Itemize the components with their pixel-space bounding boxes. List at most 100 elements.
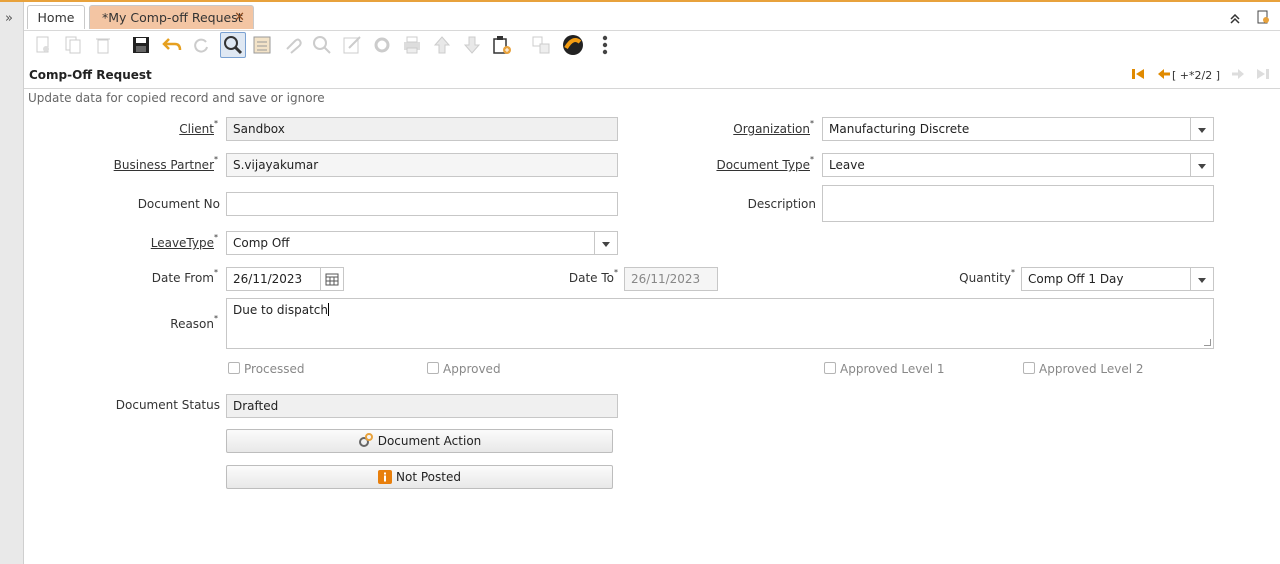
document-type-select[interactable]: Leave (822, 153, 1214, 177)
document-action-label: Document Action (377, 434, 482, 448)
document-no-input[interactable] (226, 192, 618, 216)
delete-icon[interactable] (92, 34, 114, 56)
leave-type-label: LeaveType* (151, 233, 218, 250)
organization-label: Organization* (733, 119, 814, 136)
client-label: Client* (179, 119, 218, 136)
date-to-field[interactable]: 26/11/2023 (624, 267, 718, 291)
document-status-field[interactable]: Drafted (226, 394, 618, 418)
mandatory-marker: * (214, 233, 218, 242)
tab-comp-off-request[interactable]: *My Comp-off Request ✕ (89, 5, 254, 29)
document-action-button[interactable]: Document Action (226, 429, 613, 453)
business-partner-field[interactable]: S.vijayakumar (226, 153, 618, 177)
organization-value: Manufacturing Discrete (829, 122, 970, 136)
workflow-icon[interactable] (371, 34, 393, 56)
process-icon[interactable] (562, 34, 584, 56)
approved-level-2-label: Approved Level 2 (1039, 362, 1144, 376)
undo-icon[interactable] (161, 34, 183, 56)
mandatory-marker: * (810, 119, 814, 128)
reason-value: Due to dispatch (233, 303, 328, 317)
approved-level-2-checkbox[interactable]: Approved Level 2 (1023, 362, 1144, 376)
print-icon[interactable] (401, 34, 423, 56)
refresh-icon[interactable] (190, 34, 212, 56)
organization-label-text[interactable]: Organization (733, 122, 810, 136)
document-type-value: Leave (829, 158, 865, 172)
quantity-value: Comp Off 1 Day (1028, 272, 1124, 286)
document-settings-icon[interactable] (1256, 10, 1270, 27)
gears-icon (358, 432, 374, 455)
record-indicator: [ +*2/2 ] (1172, 69, 1220, 82)
copy-record-icon[interactable] (62, 34, 84, 56)
reason-textarea[interactable]: Due to dispatch (226, 298, 1214, 349)
client-label-text[interactable]: Client (179, 122, 214, 136)
chevron-down-icon[interactable] (1190, 118, 1213, 140)
grid-toggle-icon[interactable] (251, 34, 273, 56)
mandatory-marker: * (214, 268, 218, 277)
client-field[interactable]: Sandbox (226, 117, 618, 141)
next-record-icon[interactable] (1231, 67, 1245, 84)
posted-button[interactable]: Not Posted (226, 465, 613, 489)
organization-select[interactable]: Manufacturing Discrete (822, 117, 1214, 141)
product-info-icon[interactable] (530, 34, 552, 56)
leave-type-label-text[interactable]: LeaveType (151, 236, 214, 250)
document-no-label: Document No (137, 197, 220, 211)
new-record-icon[interactable] (32, 34, 54, 56)
description-textarea[interactable] (822, 185, 1214, 222)
text-cursor (328, 303, 329, 316)
checkbox-box[interactable] (824, 362, 836, 374)
mandatory-marker: * (214, 155, 218, 164)
processed-label: Processed (244, 362, 305, 376)
window-header: Comp-Off Request [ +*2/2 ] (24, 60, 1280, 89)
left-collapse-bar[interactable]: » (0, 2, 24, 564)
reason-label: Reason* (170, 314, 218, 331)
previous-record-icon[interactable] (1157, 67, 1171, 84)
date-from-value: 26/11/2023 (233, 272, 303, 286)
chevron-down-icon[interactable] (594, 232, 617, 254)
checkbox-box[interactable] (228, 362, 240, 374)
document-status-label: Document Status (115, 398, 220, 412)
mandatory-marker: * (1011, 268, 1015, 277)
date-from-input[interactable]: 26/11/2023 (226, 267, 344, 291)
last-record-icon[interactable] (1256, 67, 1270, 84)
approved-checkbox[interactable]: Approved (427, 362, 501, 376)
calendar-icon[interactable] (320, 268, 343, 290)
close-tab-icon[interactable]: ✕ (234, 6, 245, 30)
chevron-down-icon[interactable] (1190, 154, 1213, 176)
processed-checkbox[interactable]: Processed (228, 362, 305, 376)
archive-icon[interactable] (491, 34, 513, 56)
toolbar (24, 31, 1280, 59)
zoom-across-icon[interactable] (311, 34, 333, 56)
detail-record-icon[interactable] (461, 34, 483, 56)
tab-label: *My Comp-off Request (102, 10, 243, 25)
quantity-label: Quantity* (959, 268, 1015, 285)
resize-handle[interactable] (1204, 339, 1211, 346)
window-title: Comp-Off Request (29, 68, 152, 82)
more-options-icon[interactable] (594, 34, 616, 56)
attachment-icon[interactable] (281, 34, 303, 56)
info-icon (378, 469, 393, 491)
first-record-icon[interactable] (1131, 67, 1145, 84)
checkbox-box[interactable] (427, 362, 439, 374)
approved-label: Approved (443, 362, 501, 376)
notes-icon[interactable] (341, 34, 363, 56)
mandatory-marker: * (614, 268, 618, 277)
collapse-header-icon[interactable] (1230, 13, 1240, 27)
reason-label-text: Reason (170, 317, 214, 331)
expand-icon[interactable]: » (5, 11, 13, 26)
checkbox-box[interactable] (1023, 362, 1035, 374)
quantity-select[interactable]: Comp Off 1 Day (1021, 267, 1214, 291)
leave-type-select[interactable]: Comp Off (226, 231, 618, 255)
save-icon[interactable] (130, 34, 152, 56)
posted-label: Not Posted (396, 470, 461, 484)
approved-level-1-checkbox[interactable]: Approved Level 1 (824, 362, 945, 376)
find-icon[interactable] (220, 32, 246, 58)
window-tabs: Home *My Comp-off Request ✕ (24, 2, 1280, 31)
parent-record-icon[interactable] (431, 34, 453, 56)
business-partner-label-text[interactable]: Business Partner (114, 158, 214, 172)
date-to-label: Date To* (568, 268, 618, 285)
tab-home[interactable]: Home (27, 5, 85, 29)
document-type-label-text[interactable]: Document Type (716, 158, 810, 172)
mandatory-marker: * (214, 314, 218, 323)
quantity-label-text: Quantity (959, 271, 1011, 285)
chevron-down-icon[interactable] (1190, 268, 1213, 290)
date-to-label-text: Date To (568, 271, 614, 285)
